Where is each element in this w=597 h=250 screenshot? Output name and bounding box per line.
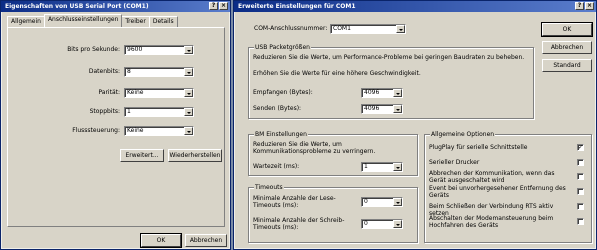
- chevron-down-icon[interactable]: [184, 127, 193, 135]
- close-icon[interactable]: ×: [219, 2, 228, 10]
- write-timeout-label: Minimale Anzahle der Schreib-Timeouts (m…: [253, 217, 345, 231]
- bm-description: Reduzieren Sie die Werte, um Kommunikati…: [253, 141, 376, 155]
- flow-control-value: Keine: [127, 127, 144, 134]
- usb-description-2: Erhöhen Sie die Werte für eine höhere Ge…: [253, 70, 421, 77]
- receive-select[interactable]: 4096: [361, 88, 403, 98]
- parity-label: Parität:: [98, 89, 120, 96]
- timeouts-group: Timeouts Minimale Anzahle der Lese-Timeo…: [248, 184, 418, 243]
- send-label: Senden (Bytes):: [253, 105, 302, 112]
- bm-group-title: BM Einstellungen: [254, 131, 308, 138]
- write-timeout-select[interactable]: 0: [361, 219, 403, 229]
- flow-control-select[interactable]: Keine: [124, 126, 194, 136]
- usb-group-title: USB Packetgrößen: [254, 44, 311, 51]
- standard-button[interactable]: Standard: [542, 59, 592, 72]
- parity-value: Keine: [127, 89, 144, 96]
- stop-bits-select[interactable]: 1: [124, 107, 194, 117]
- option-serial-printer-checkbox[interactable]: [577, 159, 584, 166]
- option-rts-on-close-checkbox[interactable]: [577, 203, 584, 210]
- restore-defaults-button[interactable]: Wiederherstellen: [168, 149, 222, 162]
- close-icon[interactable]: ×: [585, 2, 594, 10]
- chevron-down-icon[interactable]: [184, 46, 193, 54]
- tab-allgemein[interactable]: Allgemein: [7, 16, 45, 27]
- advanced-cancel-button[interactable]: Abbrechen: [542, 41, 592, 54]
- option-disable-modem-checkbox[interactable]: [577, 218, 584, 225]
- data-bits-label: Datenbits:: [88, 68, 120, 75]
- data-bits-value: 8: [127, 68, 131, 75]
- advanced-titlebar: Erweiterte Einstellungen für COM1 ? ×: [234, 1, 596, 12]
- receive-label: Empfangen (Bytes):: [253, 89, 313, 96]
- usb-description-1: Reduzieren Sie die Werte, um Performance…: [253, 54, 525, 61]
- data-bits-select[interactable]: 8: [124, 67, 194, 77]
- option-plugplay-label: PlugPlay für serielle Schnittstelle: [429, 144, 528, 151]
- advanced-button[interactable]: Erweitert...: [120, 149, 164, 162]
- read-timeout-value: 0: [364, 198, 368, 205]
- usb-packet-size-group: USB Packetgrößen Reduzieren Sie die Wert…: [248, 44, 534, 119]
- advanced-ok-button[interactable]: OK: [541, 22, 593, 37]
- chevron-down-icon[interactable]: [393, 105, 402, 113]
- option-cancel-on-poweroff-checkbox[interactable]: [577, 173, 584, 180]
- baud-rate-select[interactable]: 9600: [124, 45, 194, 55]
- advanced-settings-window: Erweiterte Einstellungen für COM1 ? × CO…: [233, 0, 597, 250]
- send-value: 4096: [364, 105, 380, 112]
- properties-tabs: Allgemein Anschlusseinstellungen Treiber…: [7, 14, 178, 27]
- com-port-select[interactable]: COM1: [330, 24, 406, 34]
- tab-treiber[interactable]: Treiber: [121, 16, 150, 27]
- port-settings-panel: Bits pro Sekunde: 9600 Datenbits: 8 Pari…: [7, 27, 225, 227]
- option-surprise-removal-checkbox[interactable]: [577, 188, 584, 195]
- latency-label: Wartezeit (ms):: [253, 163, 300, 170]
- baud-rate-label: Bits pro Sekunde:: [67, 46, 120, 53]
- chevron-down-icon[interactable]: [393, 220, 402, 228]
- com-port-value: COM1: [333, 25, 351, 32]
- latency-select[interactable]: 1: [361, 162, 403, 172]
- options-group-title: Allgemeine Optionen: [430, 131, 496, 138]
- help-icon[interactable]: ?: [575, 2, 584, 10]
- read-timeout-select[interactable]: 0: [361, 197, 403, 207]
- receive-value: 4096: [364, 89, 380, 96]
- option-disable-modem-label: Abschalten der Modemansteuerung beim Hoc…: [429, 215, 554, 229]
- chevron-down-icon[interactable]: [393, 89, 402, 97]
- properties-titlebar: Eigenschaften von USB Serial Port (COM1)…: [1, 1, 230, 12]
- option-serial-printer-label: Serieller Drucker: [429, 159, 480, 166]
- send-select[interactable]: 4096: [361, 104, 403, 114]
- write-timeout-value: 0: [364, 220, 368, 227]
- chevron-down-icon[interactable]: [396, 25, 405, 33]
- read-timeout-label: Minimale Anzahle der Lese-Timeouts (ms):: [253, 195, 336, 209]
- option-cancel-on-poweroff-label: Abbrechen der Kommunikation, wenn das Ge…: [429, 170, 555, 184]
- timeouts-group-title: Timeouts: [254, 184, 284, 191]
- chevron-down-icon[interactable]: [184, 89, 193, 97]
- chevron-down-icon[interactable]: [184, 108, 193, 116]
- stop-bits-value: 1: [127, 108, 131, 115]
- ok-button[interactable]: OK: [140, 233, 182, 248]
- properties-title: Eigenschaften von USB Serial Port (COM1): [5, 3, 149, 10]
- tab-anschlusseinstellungen[interactable]: Anschlusseinstellungen: [43, 14, 123, 27]
- com-port-label: COM-Anschlussnummer:: [254, 25, 328, 32]
- parity-select[interactable]: Keine: [124, 88, 194, 98]
- chevron-down-icon[interactable]: [184, 68, 193, 76]
- tab-details[interactable]: Details: [148, 16, 178, 27]
- baud-rate-value: 9600: [127, 46, 143, 53]
- help-icon[interactable]: ?: [209, 2, 218, 10]
- chevron-down-icon[interactable]: [393, 163, 402, 171]
- bm-settings-group: BM Einstellungen Reduzieren Sie die Wert…: [248, 131, 418, 176]
- option-surprise-removal-label: Event bei unvorhergesehener Entfernung d…: [429, 185, 566, 199]
- cancel-button[interactable]: Abbrechen: [185, 234, 227, 247]
- properties-window: Eigenschaften von USB Serial Port (COM1)…: [0, 0, 231, 250]
- general-options-group: Allgemeine Optionen PlugPlay für seriell…: [424, 131, 592, 243]
- stop-bits-label: Stoppbits:: [89, 108, 120, 115]
- option-plugplay-checkbox[interactable]: ✓: [577, 144, 584, 151]
- advanced-title: Erweiterte Einstellungen für COM1: [238, 3, 356, 10]
- chevron-down-icon[interactable]: [393, 198, 402, 206]
- latency-value: 1: [364, 163, 368, 170]
- flow-control-label: Flusssteuerung:: [72, 127, 120, 134]
